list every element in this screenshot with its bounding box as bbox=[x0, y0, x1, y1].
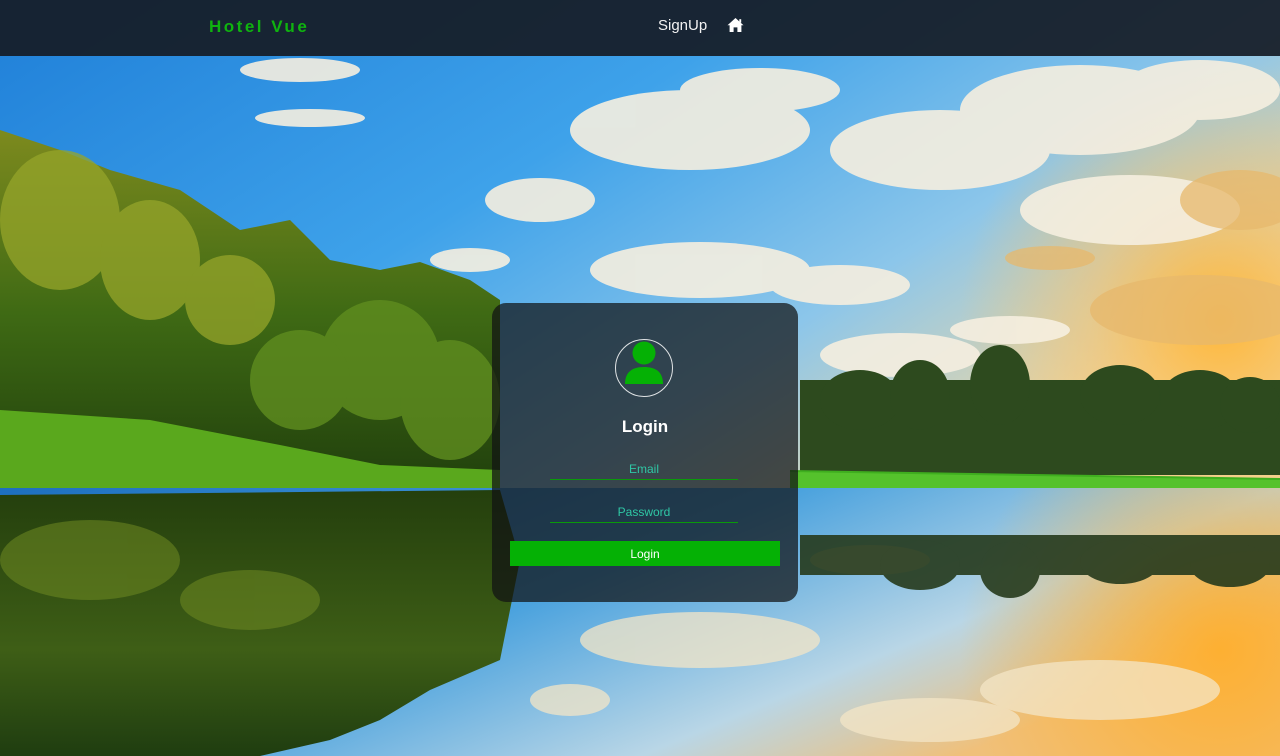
signup-link[interactable]: SignUp bbox=[658, 17, 707, 34]
home-icon[interactable] bbox=[727, 17, 744, 33]
brand-logo-link[interactable]: Hotel Vue bbox=[209, 17, 309, 37]
password-field[interactable] bbox=[550, 502, 738, 523]
login-title: Login bbox=[621, 417, 669, 436]
avatar bbox=[615, 339, 673, 397]
email-field[interactable] bbox=[550, 459, 738, 480]
page: Hotel Vue SignUp Login Login bbox=[0, 0, 1280, 756]
top-navbar: Hotel Vue SignUp bbox=[0, 0, 1280, 56]
login-button[interactable]: Login bbox=[510, 541, 780, 566]
user-icon bbox=[625, 341, 663, 384]
login-card: Login Login bbox=[492, 303, 798, 602]
